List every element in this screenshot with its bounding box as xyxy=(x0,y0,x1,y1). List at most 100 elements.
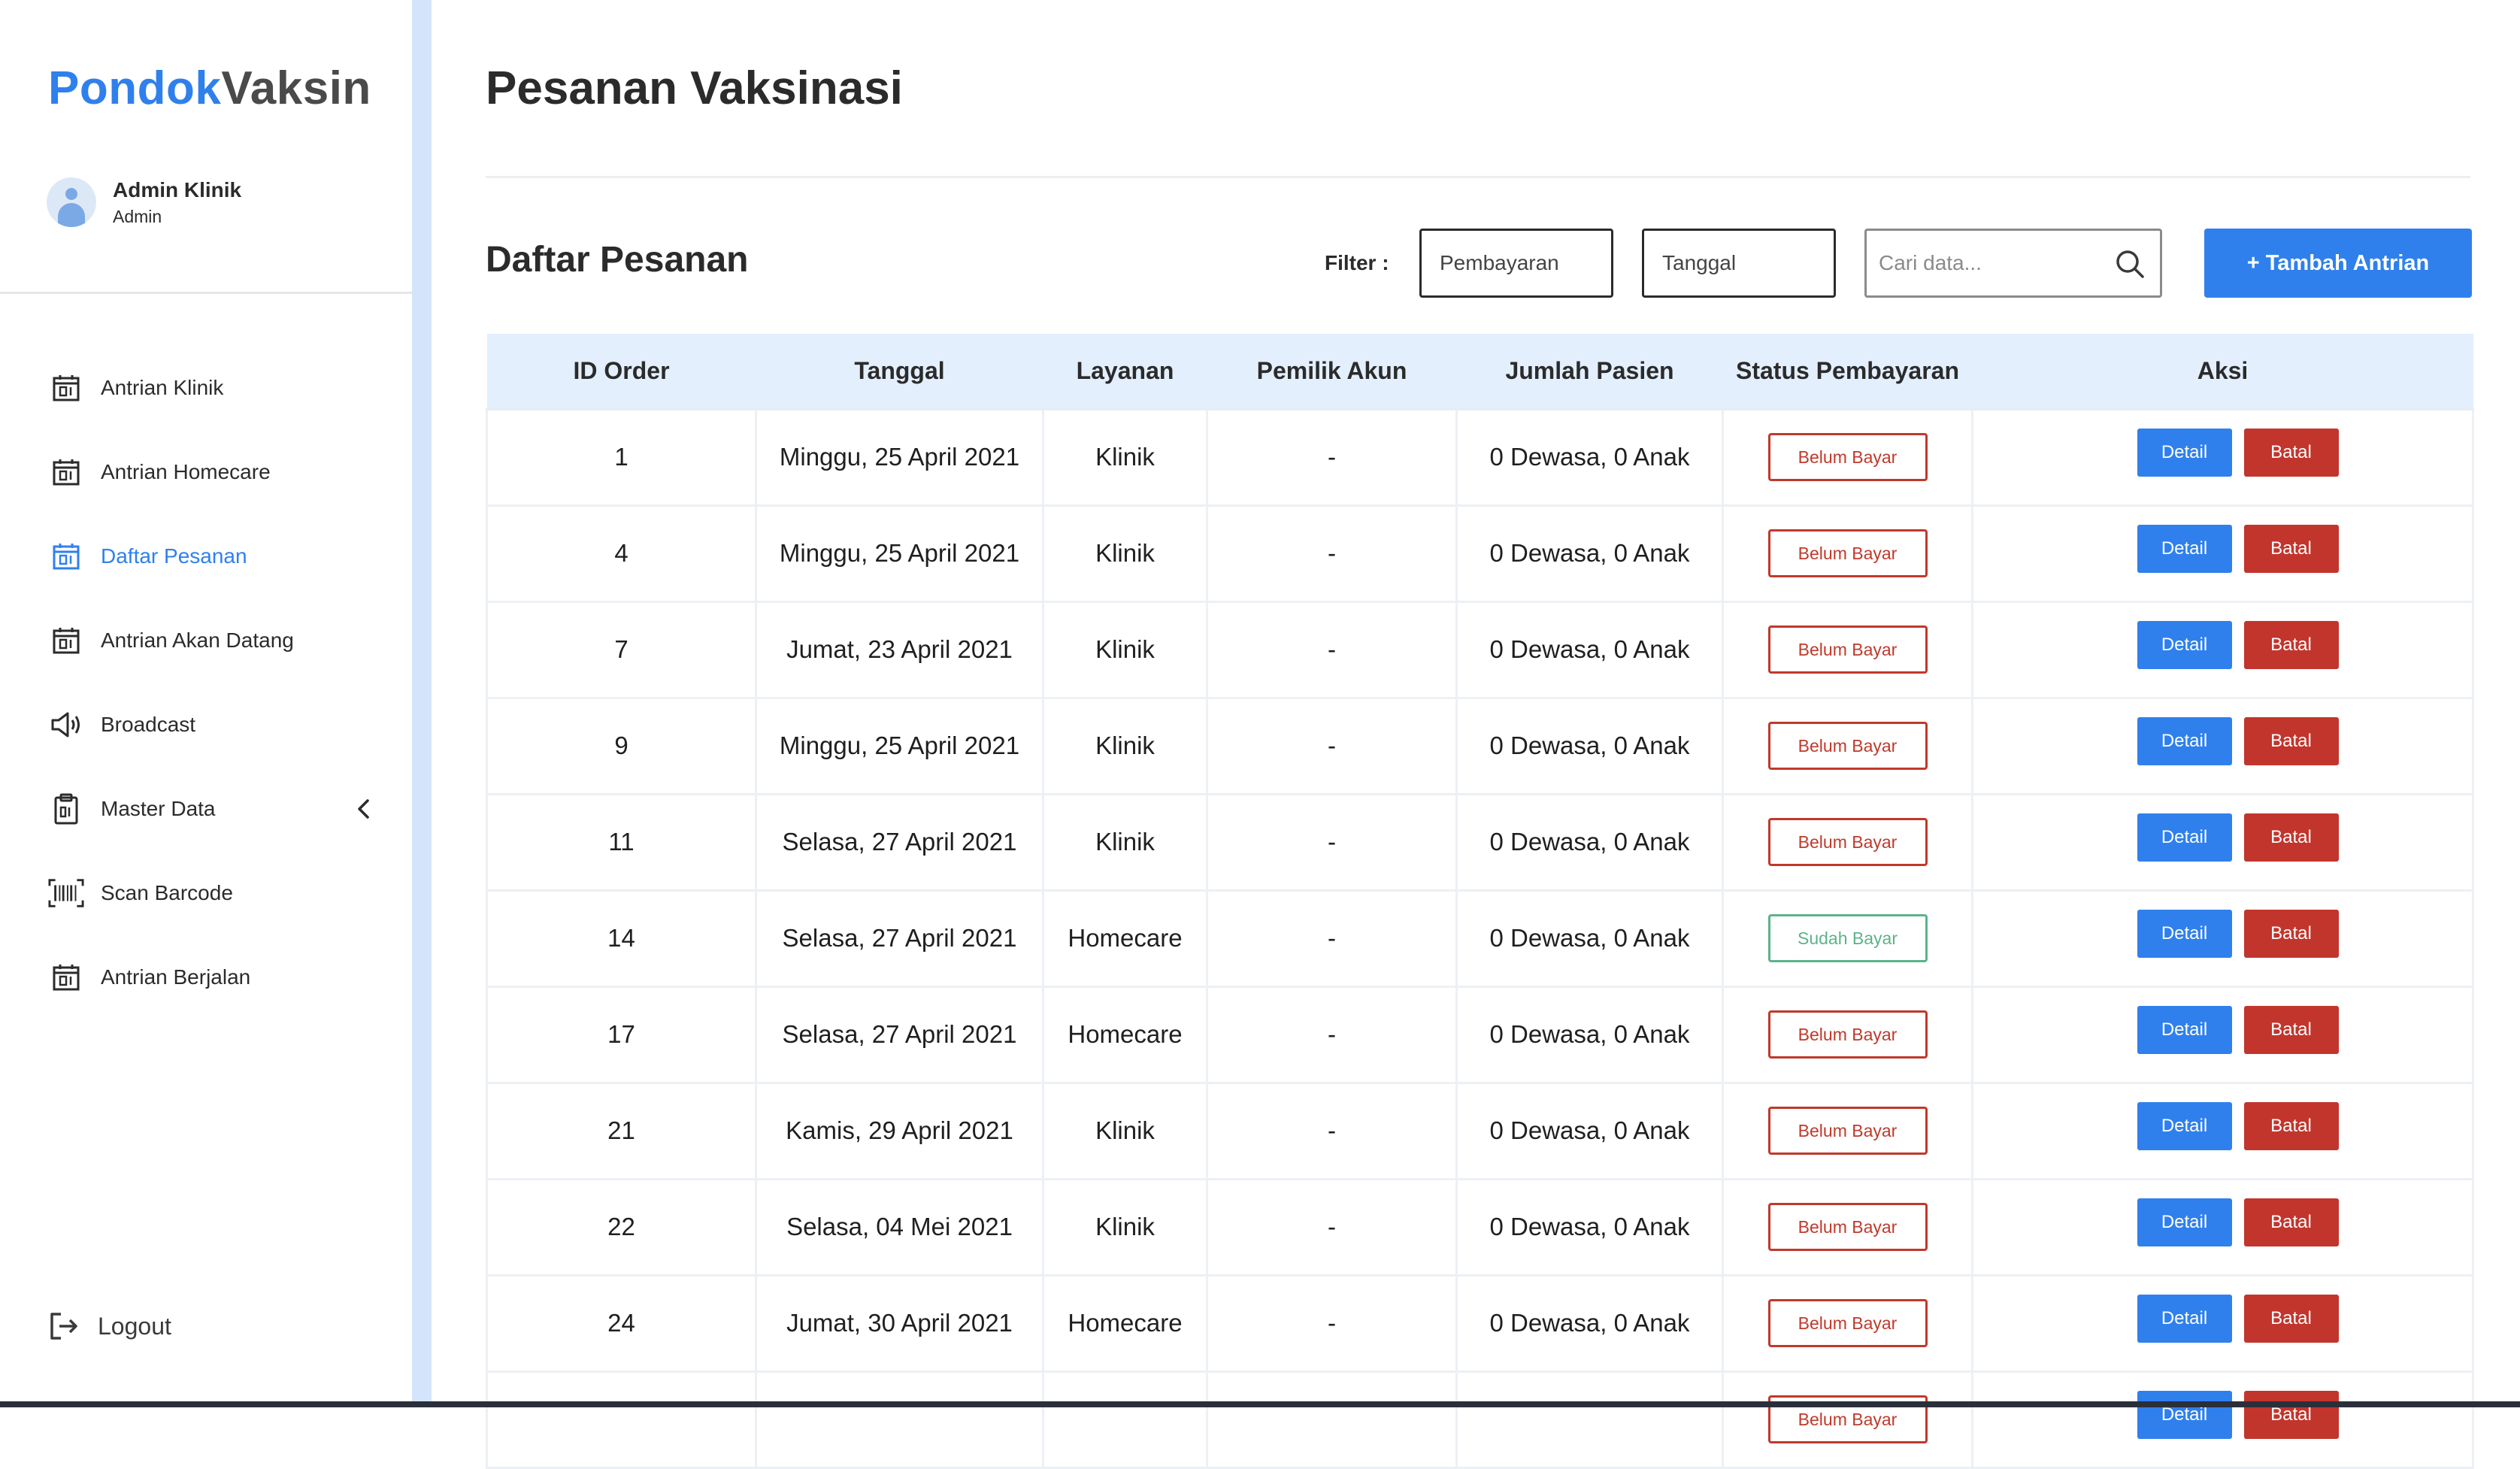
detail-button[interactable]: Detail xyxy=(2137,1391,2232,1439)
cell-date: Selasa, 27 April 2021 xyxy=(755,890,1043,988)
window-bottom-edge xyxy=(0,1401,2520,1407)
sidebar-item-scan-barcode[interactable]: Scan Barcode xyxy=(48,851,379,935)
cell-owner: - xyxy=(1206,794,1457,892)
app-logo[interactable]: PondokVaksin xyxy=(48,62,371,115)
cell-id: 14 xyxy=(486,890,756,988)
cell-service: Klinik xyxy=(1042,601,1207,699)
detail-button[interactable]: Detail xyxy=(2137,910,2232,958)
table-row: Belum Bayar Detail Batal xyxy=(486,1371,2474,1469)
logout-button[interactable]: Logout xyxy=(47,1308,171,1344)
cancel-button[interactable]: Batal xyxy=(2243,1198,2339,1246)
cell-patients: 0 Dewasa, 0 Anak xyxy=(1455,698,1723,795)
cell-date: Minggu, 25 April 2021 xyxy=(755,505,1043,603)
detail-button[interactable]: Detail xyxy=(2137,813,2232,862)
cell-service: Klinik xyxy=(1042,409,1207,507)
cell-service xyxy=(1042,1371,1207,1469)
cell-owner: - xyxy=(1206,409,1457,507)
cell-id xyxy=(486,1371,756,1469)
cancel-button[interactable]: Batal xyxy=(2243,525,2339,573)
cell-id: 17 xyxy=(486,986,756,1084)
cell-id: 21 xyxy=(486,1083,756,1180)
sidebar-item-antrian-akan-datang[interactable]: Antrian Akan Datang xyxy=(48,598,379,683)
detail-button[interactable]: Detail xyxy=(2137,1006,2232,1054)
cell-id: 9 xyxy=(486,698,756,795)
cancel-button[interactable]: Batal xyxy=(2243,429,2339,477)
cell-id: 24 xyxy=(486,1275,756,1373)
cancel-button[interactable]: Batal xyxy=(2243,1295,2339,1343)
column-header: Layanan xyxy=(1043,334,1207,410)
cancel-button[interactable]: Batal xyxy=(2243,621,2339,669)
cancel-button[interactable]: Batal xyxy=(2243,1006,2339,1054)
status-badge: Belum Bayar xyxy=(1767,529,1928,577)
cell-id: 4 xyxy=(486,505,756,603)
orders-table: ID Order Tanggal Layanan Pemilik Akun Ju… xyxy=(486,334,2474,1469)
search-icon[interactable] xyxy=(2113,247,2146,280)
cancel-button[interactable]: Batal xyxy=(2243,813,2339,862)
main-content: Pesanan Vaksinasi Daftar Pesanan Filter … xyxy=(432,0,2520,1469)
sidebar-item-master-data[interactable]: Master Data xyxy=(48,767,379,851)
date-filter-select[interactable]: Tanggal xyxy=(1642,229,1836,298)
sidebar-item-broadcast[interactable]: Broadcast xyxy=(48,683,379,767)
table-row: 22 Selasa, 04 Mei 2021 Klinik - 0 Dewasa… xyxy=(486,1179,2474,1277)
detail-button[interactable]: Detail xyxy=(2137,621,2232,669)
cell-id: 1 xyxy=(486,409,756,507)
add-queue-button[interactable]: + Tambah Antrian xyxy=(2204,229,2472,298)
cancel-button[interactable]: Batal xyxy=(2243,1102,2339,1150)
column-header: Status Pembayaran xyxy=(1722,334,1973,410)
cell-service: Klinik xyxy=(1042,698,1207,795)
barcode-icon xyxy=(48,875,84,911)
calendar-icon xyxy=(48,538,84,574)
status-badge: Belum Bayar xyxy=(1767,1203,1928,1251)
detail-button[interactable]: Detail xyxy=(2137,1295,2232,1343)
cell-patients: 0 Dewasa, 0 Anak xyxy=(1455,601,1723,699)
payment-filter-value: Pembayaran xyxy=(1440,251,1559,274)
cell-owner xyxy=(1206,1371,1457,1469)
table-row: 17 Selasa, 27 April 2021 Homecare - 0 De… xyxy=(486,986,2474,1084)
chevron-left-icon[interactable] xyxy=(349,794,379,824)
status-badge: Belum Bayar xyxy=(1767,818,1928,866)
cell-owner: - xyxy=(1206,698,1457,795)
filter-label: Filter : xyxy=(1325,251,1389,274)
detail-button[interactable]: Detail xyxy=(2137,429,2232,477)
cell-date: Selasa, 27 April 2021 xyxy=(755,986,1043,1084)
user-name: Admin Klinik xyxy=(113,177,242,201)
cell-owner: - xyxy=(1206,601,1457,699)
cancel-button[interactable]: Batal xyxy=(2243,910,2339,958)
cell-owner: - xyxy=(1206,1083,1457,1180)
cell-date: Selasa, 27 April 2021 xyxy=(755,794,1043,892)
sidebar: PondokVaksin Admin Klinik Admin Antrian … xyxy=(0,0,412,1407)
table-row: 14 Selasa, 27 April 2021 Homecare - 0 De… xyxy=(486,890,2474,988)
cell-patients: 0 Dewasa, 0 Anak xyxy=(1455,794,1723,892)
detail-button[interactable]: Detail xyxy=(2137,717,2232,765)
sidebar-item-antrian-klinik[interactable]: Antrian Klinik xyxy=(48,346,379,430)
sidebar-item-label: Antrian Akan Datang xyxy=(101,628,294,652)
detail-button[interactable]: Detail xyxy=(2137,1102,2232,1150)
status-badge: Belum Bayar xyxy=(1767,433,1928,481)
payment-filter-select[interactable]: Pembayaran xyxy=(1419,229,1613,298)
status-badge: Belum Bayar xyxy=(1767,722,1928,770)
detail-button[interactable]: Detail xyxy=(2137,525,2232,573)
sidebar-item-daftar-pesanan[interactable]: Daftar Pesanan xyxy=(48,514,379,598)
cell-service: Homecare xyxy=(1042,1275,1207,1373)
cell-service: Klinik xyxy=(1042,794,1207,892)
page-title: Pesanan Vaksinasi xyxy=(486,62,903,114)
table-header-row: ID Order Tanggal Layanan Pemilik Akun Ju… xyxy=(486,334,2473,410)
cell-id: 22 xyxy=(486,1179,756,1277)
cancel-button[interactable]: Batal xyxy=(2243,717,2339,765)
calendar-icon xyxy=(48,959,84,995)
cell-patients: 0 Dewasa, 0 Anak xyxy=(1455,505,1723,603)
cancel-button[interactable]: Batal xyxy=(2243,1391,2339,1439)
sidebar-item-antrian-homecare[interactable]: Antrian Homecare xyxy=(48,430,379,514)
sidebar-item-antrian-berjalan[interactable]: Antrian Berjalan xyxy=(48,935,379,1019)
sidebar-item-label: Antrian Klinik xyxy=(101,376,224,399)
column-header: Jumlah Pasien xyxy=(1456,334,1723,410)
cell-service: Klinik xyxy=(1042,1179,1207,1277)
column-header: ID Order xyxy=(486,334,756,410)
cell-patients: 0 Dewasa, 0 Anak xyxy=(1455,409,1723,507)
logout-icon xyxy=(47,1308,83,1344)
search-input[interactable] xyxy=(1867,251,2107,275)
detail-button[interactable]: Detail xyxy=(2137,1198,2232,1246)
column-header: Pemilik Akun xyxy=(1207,334,1457,410)
cell-owner: - xyxy=(1206,890,1457,988)
clipboard-icon xyxy=(48,791,84,827)
